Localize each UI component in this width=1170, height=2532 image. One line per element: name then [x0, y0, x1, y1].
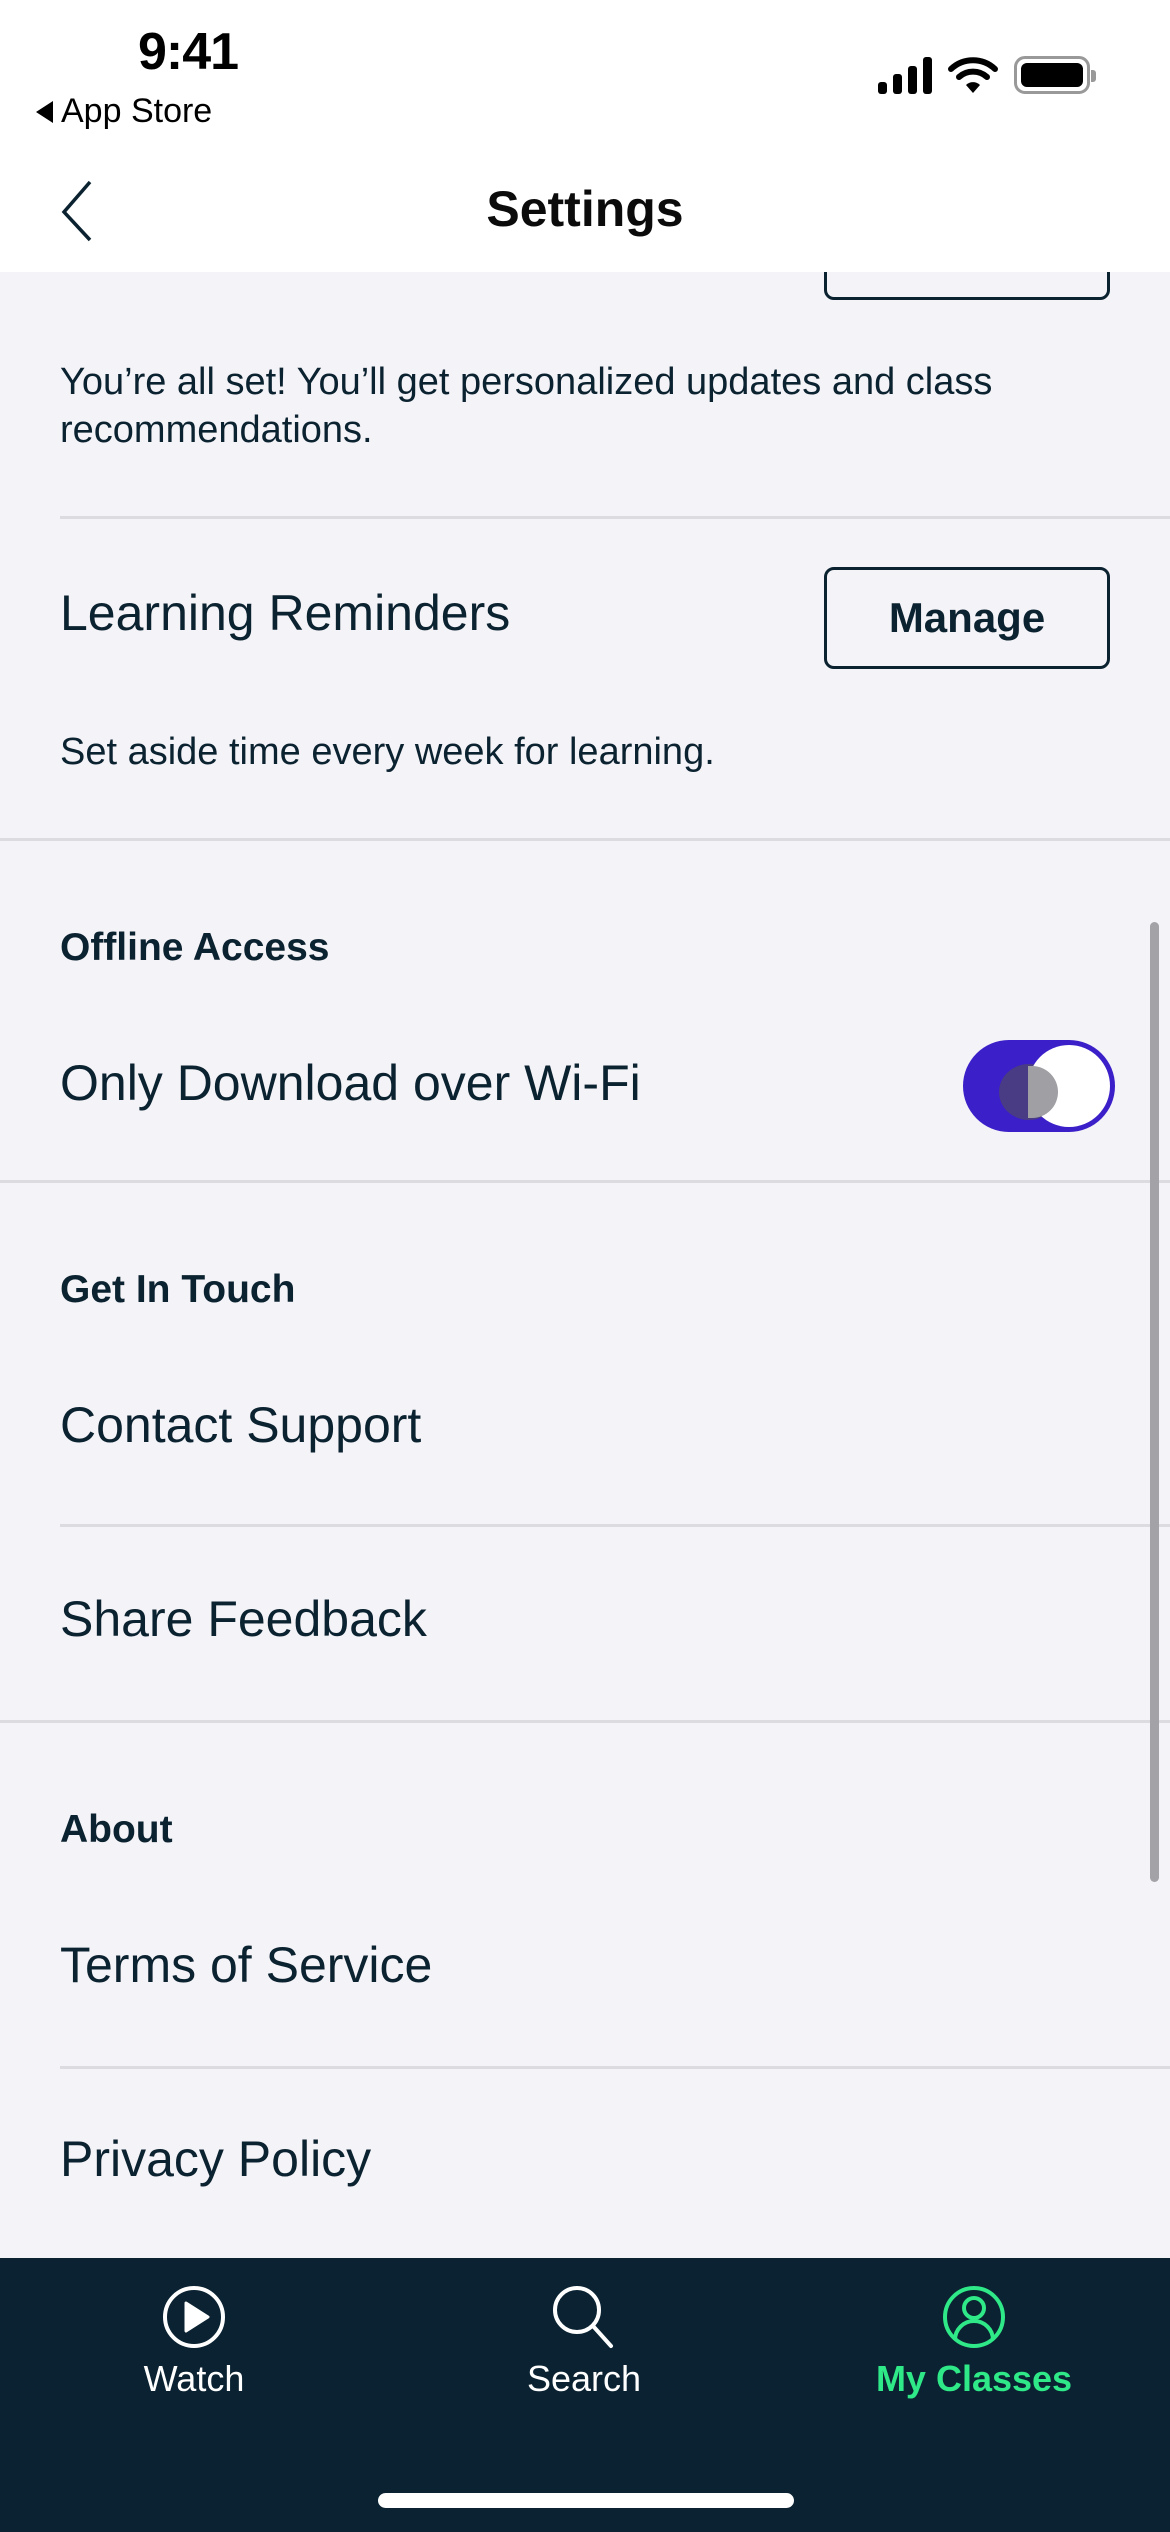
- tab-my-classes-label: My Classes: [875, 2358, 1073, 2399]
- back-triangle-icon: [36, 100, 53, 123]
- learning-reminders-description: Set aside time every week for learning.: [60, 731, 715, 773]
- status-icons: [878, 56, 1096, 94]
- offline-access-header: Offline Access: [60, 926, 330, 969]
- status-bar: 9:41 App Store: [0, 0, 1170, 160]
- wifi-only-toggle[interactable]: [963, 1040, 1115, 1132]
- privacy-policy-item[interactable]: Privacy Policy: [60, 2130, 371, 2188]
- back-app-label: App Store: [61, 92, 213, 130]
- notifications-manage-button[interactable]: [824, 272, 1110, 300]
- settings-list[interactable]: You’re all set! You’ll get personalized …: [0, 272, 1170, 2258]
- about-header: About: [60, 1808, 173, 1851]
- divider: [60, 2066, 1170, 2069]
- cellular-signal-icon: [878, 56, 932, 94]
- page-title: Settings: [486, 181, 684, 237]
- divider: [60, 1524, 1170, 1527]
- tab-search-label: Search: [526, 2358, 642, 2399]
- learning-reminders-label: Learning Reminders: [60, 585, 511, 641]
- tab-my-classes[interactable]: My Classes: [824, 2284, 1124, 2424]
- contact-support-item[interactable]: Contact Support: [60, 1396, 421, 1454]
- share-feedback-item[interactable]: Share Feedback: [60, 1590, 427, 1648]
- notifications-description: You’re all set! You’ll get personalized …: [60, 361, 993, 451]
- learning-reminders-manage-button[interactable]: Manage: [824, 567, 1110, 669]
- get-in-touch-header: Get In Touch: [60, 1268, 296, 1311]
- battery-icon: [1014, 56, 1096, 94]
- tab-bar: Watch Search My Classes: [0, 2258, 1170, 2532]
- tab-watch-label: Watch: [143, 2358, 245, 2399]
- tab-search[interactable]: Search: [434, 2284, 734, 2424]
- section-divider: [0, 1720, 1170, 1723]
- scrollbar[interactable]: [1150, 922, 1159, 1882]
- status-time: 9:41: [138, 23, 239, 81]
- tab-watch[interactable]: Watch: [44, 2284, 344, 2424]
- play-circle-icon: [163, 2286, 225, 2348]
- wifi-only-label: Only Download over Wi-Fi: [60, 1055, 641, 1111]
- navigation-bar: Settings: [0, 160, 1170, 272]
- user-circle-icon: [943, 2286, 1005, 2348]
- home-indicator[interactable]: [378, 2493, 794, 2508]
- divider: [60, 516, 1170, 519]
- terms-of-service-item[interactable]: Terms of Service: [60, 1936, 432, 1994]
- section-divider: [0, 1180, 1170, 1183]
- search-icon: [553, 2286, 613, 2348]
- section-divider: [0, 838, 1170, 841]
- wifi-icon: [948, 57, 998, 93]
- back-to-app-store[interactable]: App Store: [36, 92, 212, 131]
